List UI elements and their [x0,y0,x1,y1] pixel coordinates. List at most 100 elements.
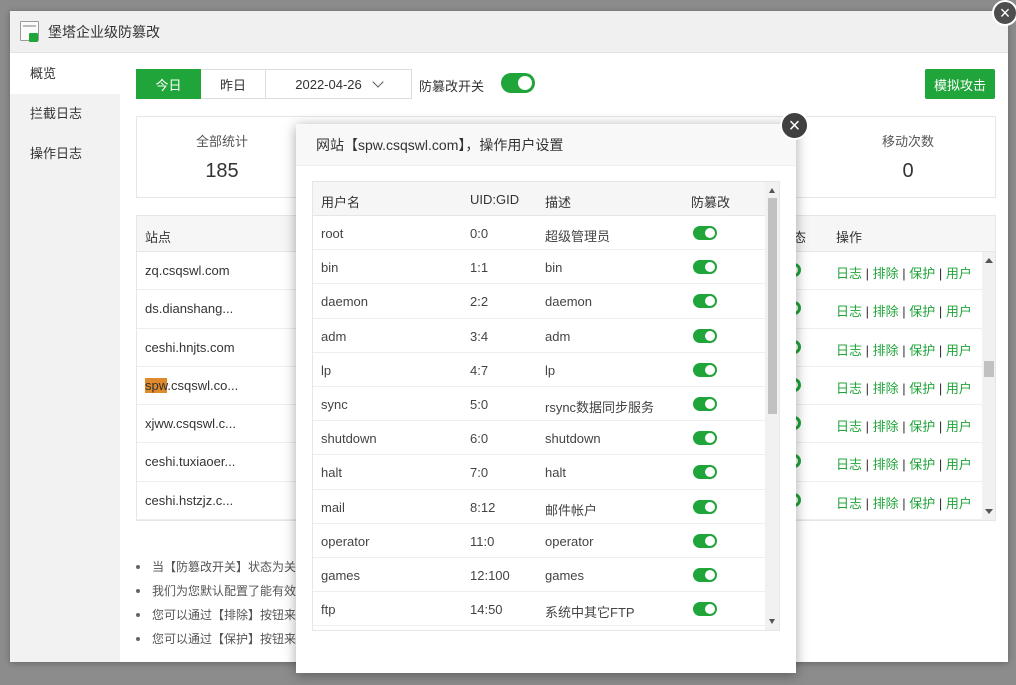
overview-content: 今日 昨日 2022-04-26 防篡改开关 模拟攻击 全部统计 185 移动次… [136,69,996,646]
user-desc: adm [545,328,571,344]
tamper-user-switch[interactable] [693,328,717,343]
scroll-thumb[interactable] [768,198,777,414]
site-name: ceshi.tuxiaoer... [145,454,236,470]
site-name: zq.csqswl.com [145,263,230,278]
exclude-link[interactable]: 排除 [873,381,899,396]
scroll-down-icon[interactable] [769,619,775,624]
tamper-user-switch[interactable] [693,533,717,548]
tamper-user-switch[interactable] [693,294,717,309]
user-link[interactable]: 用户 [946,381,972,396]
scroll-down-icon[interactable] [985,509,993,514]
tamper-user-switch[interactable] [693,260,717,275]
user-name: daemon [321,294,368,310]
protect-link[interactable]: 保护 [909,304,935,319]
sidebar-item-intercept-log[interactable]: 拦截日志 [10,94,120,134]
simulate-attack-button[interactable]: 模拟攻击 [925,69,995,99]
user-desc: halt [545,465,566,481]
toolbar: 今日 昨日 2022-04-26 防篡改开关 模拟攻击 [136,69,996,99]
log-link[interactable]: 日志 [836,419,862,434]
site-table-scrollbar[interactable] [982,252,995,520]
log-link[interactable]: 日志 [836,343,862,358]
user-link[interactable]: 用户 [946,343,972,358]
window-title: 堡塔企业级防篡改 [48,23,160,40]
tamper-master-switch[interactable] [501,73,535,93]
table-row: root 0:0 超级管理员 [313,216,779,251]
uid-gid: 3:4 [470,328,489,344]
tamper-user-switch[interactable] [693,465,717,480]
log-link[interactable]: 日志 [836,457,862,472]
user-settings-dialog: 网站【spw.csqswl.com】，操作用户设置 用户名 UID:GID 描述… [296,124,796,673]
uid-gid: 7:0 [470,465,489,481]
user-desc: operator [545,533,594,549]
log-link[interactable]: 日志 [836,381,862,396]
column-header-ops: 操作 [836,230,863,245]
exclude-link[interactable]: 排除 [873,457,899,472]
log-link[interactable]: 日志 [836,304,862,319]
scroll-up-icon[interactable] [985,258,993,263]
column-header-user: 用户名 [321,195,361,210]
exclude-link[interactable]: 排除 [873,304,899,319]
user-name: adm [321,328,347,344]
protect-link[interactable]: 保护 [909,381,935,396]
user-desc: daemon [545,294,592,310]
uid-gid: 1:1 [470,260,489,276]
scroll-thumb[interactable] [984,361,994,377]
uid-gid: 6:0 [470,431,489,447]
row-actions: 日志 | 排除 | 保护 | 用户 [836,495,972,511]
protect-link[interactable]: 保护 [909,266,935,281]
user-name: mail [321,499,345,515]
dialog-close-icon[interactable]: × [780,111,809,140]
site-name: ds.dianshang... [145,301,234,317]
user-table: 用户名 UID:GID 描述 防篡改 root 0:0 超级管理员 bin 1:1 bi… [312,181,780,631]
user-link[interactable]: 用户 [946,419,972,434]
app-lock-icon [20,20,40,43]
stat-label: 移动次数 [881,134,934,149]
tamper-user-switch[interactable] [693,362,717,377]
log-link[interactable]: 日志 [836,266,862,281]
user-name: games [321,567,361,583]
sidebar-item-operation-log[interactable]: 操作日志 [10,134,120,174]
stat-value: 185 [205,160,239,182]
row-actions: 日志 | 排除 | 保护 | 用户 [836,342,972,358]
user-name: root [321,226,344,241]
exclude-link[interactable]: 排除 [873,419,899,434]
log-link[interactable]: 日志 [836,496,862,511]
stat-total: 全部统计 185 [137,117,307,183]
user-name: shutdown [321,431,377,447]
user-table-header: 用户名 UID:GID 描述 防篡改 [313,182,779,216]
user-desc: games [545,567,585,583]
sidebar-item-overview[interactable]: 概览 [10,54,120,94]
table-row: bin 1:1 bin [313,250,779,285]
exclude-link[interactable]: 排除 [873,266,899,281]
yesterday-button[interactable]: 昨日 [201,69,266,99]
tamper-user-switch[interactable] [693,396,717,411]
exclude-link[interactable]: 排除 [873,496,899,511]
scroll-up-icon[interactable] [769,188,775,193]
protect-link[interactable]: 保护 [909,496,935,511]
user-link[interactable]: 用户 [946,304,972,319]
protect-link[interactable]: 保护 [909,343,935,358]
tamper-user-switch[interactable] [693,602,717,617]
user-desc: 超级管理员 [545,229,611,244]
tamper-user-switch[interactable] [693,567,717,582]
user-link[interactable]: 用户 [946,266,972,281]
table-row: mail 8:12 邮件帐户 [313,490,779,524]
table-row: shutdown 6:0 shutdown [313,421,779,456]
exclude-link[interactable]: 排除 [873,343,899,358]
uid-gid: 2:2 [470,294,489,310]
today-button[interactable]: 今日 [136,69,201,99]
protect-link[interactable]: 保护 [909,419,935,434]
user-desc: rsync数据同步服务 [545,399,655,415]
main-close-icon[interactable]: × [992,0,1016,26]
tamper-user-switch[interactable] [693,431,717,446]
tamper-user-switch[interactable] [693,226,717,240]
tamper-user-switch[interactable] [693,499,717,514]
protect-link[interactable]: 保护 [909,457,935,472]
row-actions: 日志 | 排除 | 保护 | 用户 [836,380,972,396]
user-link[interactable]: 用户 [946,496,972,511]
user-link[interactable]: 用户 [946,457,972,472]
date-picker[interactable]: 2022-04-26 [266,69,412,99]
table-row: adm 3:4 adm [313,319,779,353]
user-table-scrollbar[interactable] [765,182,779,630]
user-name: halt [321,465,342,481]
